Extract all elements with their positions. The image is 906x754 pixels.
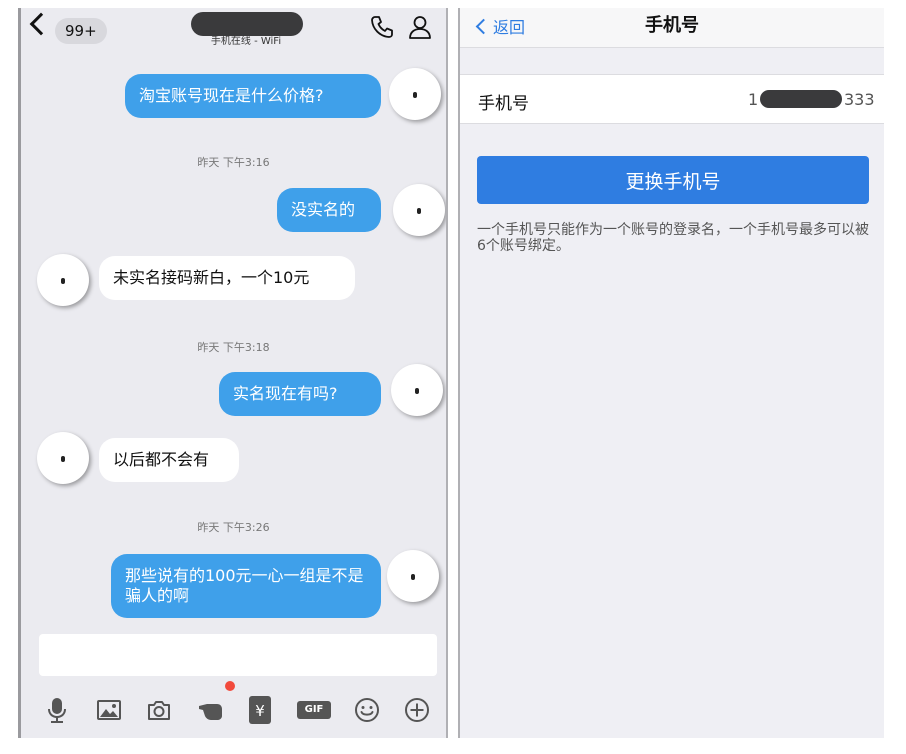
back-button[interactable]: 返回 bbox=[474, 14, 525, 38]
my-avatar[interactable] bbox=[391, 364, 443, 416]
my-avatar[interactable] bbox=[393, 184, 445, 236]
message-input[interactable] bbox=[39, 634, 437, 676]
message-bubble-incoming[interactable]: 以后都不会有 bbox=[99, 438, 239, 482]
back-chevron-icon bbox=[475, 18, 492, 34]
contact-profile-icon[interactable] bbox=[407, 14, 433, 40]
nav-bar: 返回 手机号 bbox=[460, 8, 884, 48]
chat-screen: 99+ 手机在线 - WiFi 淘宝账号现在是什么价格? 昨天 下午3:16 没… bbox=[18, 8, 448, 738]
message-bubble-outgoing[interactable]: 没实名的 bbox=[277, 188, 381, 232]
phone-settings-screen: 返回 手机号 手机号 1 333 更换手机号 一个手机号只能作为一个账号的登录名… bbox=[458, 8, 884, 738]
change-phone-button[interactable]: 更换手机号 bbox=[477, 156, 869, 204]
my-avatar[interactable] bbox=[387, 550, 439, 602]
message-bubble-outgoing[interactable]: 淘宝账号现在是什么价格? bbox=[125, 74, 381, 118]
page: 99+ 手机在线 - WiFi 淘宝账号现在是什么价格? 昨天 下午3:16 没… bbox=[0, 0, 906, 754]
contact-status: 手机在线 - WiFi bbox=[210, 36, 282, 46]
plus-icon[interactable] bbox=[403, 696, 431, 724]
back-label: 返回 bbox=[493, 18, 526, 37]
gif-icon[interactable]: GIF bbox=[297, 701, 331, 719]
chat-header: 99+ 手机在线 - WiFi bbox=[21, 8, 446, 48]
back-chevron-icon[interactable] bbox=[29, 12, 53, 36]
phone-value-suffix: 333 bbox=[844, 90, 875, 109]
phone-value-prefix: 1 bbox=[748, 90, 759, 109]
binding-hint-text: 一个手机号只能作为一个账号的登录名，一个手机号最多可以被6个账号绑定。 bbox=[477, 222, 869, 254]
phone-number-redacted bbox=[760, 90, 842, 108]
my-avatar[interactable] bbox=[389, 68, 441, 120]
phone-call-icon[interactable] bbox=[369, 14, 395, 40]
contact-avatar[interactable] bbox=[37, 432, 89, 484]
message-timestamp: 昨天 下午3:16 bbox=[197, 156, 270, 169]
hand-poke-icon[interactable] bbox=[197, 696, 225, 724]
emoji-icon[interactable] bbox=[353, 696, 381, 724]
contact-avatar[interactable] bbox=[37, 254, 89, 306]
unread-count-badge[interactable]: 99+ bbox=[55, 18, 107, 44]
message-bubble-outgoing[interactable]: 实名现在有吗? bbox=[219, 372, 381, 416]
message-timestamp: 昨天 下午3:26 bbox=[197, 521, 270, 534]
phone-number-row: 手机号 1 333 bbox=[460, 74, 884, 124]
message-timestamp: 昨天 下午3:18 bbox=[197, 341, 270, 354]
message-bubble-outgoing[interactable]: 那些说有的100元一心一组是不是骗人的啊 bbox=[111, 554, 381, 618]
red-packet-icon[interactable]: ¥ bbox=[249, 696, 271, 724]
image-icon[interactable] bbox=[95, 696, 123, 724]
camera-icon[interactable] bbox=[145, 696, 173, 724]
chat-toolbar: ¥ GIF bbox=[21, 688, 446, 732]
contact-name-redacted bbox=[191, 12, 303, 36]
message-bubble-incoming[interactable]: 未实名接码新白，一个10元 bbox=[99, 256, 355, 300]
phone-label: 手机号 bbox=[478, 94, 529, 114]
microphone-icon[interactable] bbox=[43, 696, 71, 724]
